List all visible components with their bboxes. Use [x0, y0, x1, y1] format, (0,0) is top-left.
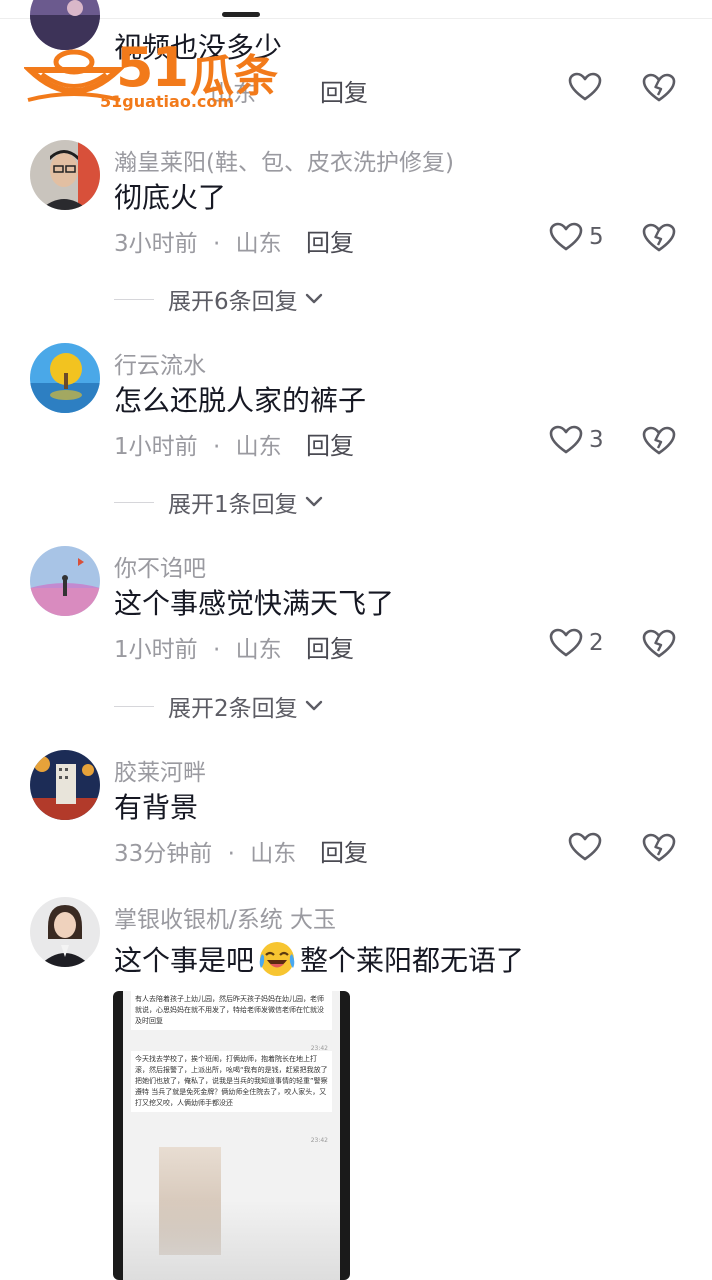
like-button[interactable]: 2 [549, 628, 604, 658]
like-count: 5 [589, 224, 604, 250]
expand-divider [114, 705, 154, 707]
comment-text: 彻底火了 [114, 181, 227, 214]
laughing-crying-emoji-icon [259, 942, 295, 976]
like-count: 3 [589, 427, 604, 453]
broken-heart-icon [642, 833, 676, 862]
comment-location: 山东 [235, 434, 282, 460]
chevron-down-icon [305, 293, 322, 304]
heart-icon [549, 425, 583, 454]
broken-heart-icon [642, 426, 676, 455]
meta-separator: · [227, 841, 235, 867]
reply-button[interactable]: 回复 [306, 629, 354, 664]
expand-replies-label: 展开1条回复 [168, 492, 298, 518]
avatar[interactable] [30, 897, 100, 967]
broken-heart-icon [642, 223, 676, 252]
comment-meta: 3小时前 · 山东 [114, 224, 282, 258]
chevron-down-icon [305, 496, 322, 507]
meta-separator: · [212, 434, 221, 460]
comment-location: 山东 [235, 637, 282, 663]
dislike-button[interactable] [642, 425, 676, 461]
comment-text: 有背景 [114, 791, 199, 824]
meta-separator: · [212, 637, 221, 663]
comment-meta: 1小时前 · 山东 [114, 427, 282, 461]
avatar[interactable] [30, 343, 100, 413]
comment-time: 1小时前 [114, 434, 198, 460]
comment-text: 这个事是吧 整个莱阳都无语了 [114, 939, 524, 979]
like-button[interactable] [568, 832, 602, 862]
expand-replies-label: 展开2条回复 [168, 696, 298, 722]
comment-username[interactable]: 胶莱河畔 [114, 753, 206, 787]
comment-location: 山东 [250, 841, 297, 867]
heart-icon [568, 832, 602, 861]
watermark-logo: 51 瓜条 51guatiao.com [24, 34, 284, 114]
like-button[interactable]: 5 [549, 222, 604, 252]
drag-handle[interactable] [222, 12, 260, 17]
avatar[interactable] [30, 546, 100, 616]
comment-text: 这个事感觉快满天飞了 [114, 587, 395, 620]
comment-username[interactable]: 你不诌吧 [114, 549, 206, 583]
comment-text-part: 整个莱阳都无语了 [300, 944, 525, 977]
chevron-down-icon [305, 700, 322, 711]
avatar[interactable] [30, 750, 100, 820]
chat-screenshot: 有人去陪着孩子上幼儿园，然后昨天孩子妈妈在幼儿园，老师就说，心思妈妈在就不用发了… [123, 991, 340, 1280]
chat-time: 23:42 [310, 1137, 328, 1144]
chat-bubble: 有人去陪着孩子上幼儿园，然后昨天孩子妈妈在幼儿园，老师就说，心思妈妈在就不用发了… [131, 991, 332, 1030]
heart-icon [568, 72, 602, 101]
expand-replies-button[interactable]: 展开6条回复 [114, 282, 324, 316]
dislike-button[interactable] [642, 72, 676, 108]
reply-button[interactable]: 回复 [306, 426, 354, 461]
comment-location: 山东 [235, 231, 282, 257]
expand-replies-label: 展开6条回复 [168, 289, 298, 315]
comment-username[interactable]: 掌银收银机/系统 大玉 [114, 900, 336, 934]
attached-image[interactable]: 有人去陪着孩子上幼儿园，然后昨天孩子妈妈在幼儿园，老师就说，心思妈妈在就不用发了… [113, 991, 350, 1280]
reply-button[interactable]: 回复 [306, 223, 354, 258]
dislike-button[interactable] [642, 628, 676, 664]
comment-username[interactable]: 行云流水 [114, 346, 206, 380]
heart-icon [549, 222, 583, 251]
expand-divider [114, 501, 154, 503]
reply-button[interactable]: 回复 [320, 73, 368, 108]
watermark-number: 51 [116, 36, 189, 99]
comment-time: 3小时前 [114, 231, 198, 257]
expand-replies-button[interactable]: 展开2条回复 [114, 689, 324, 723]
expand-divider [114, 298, 154, 300]
comment-time: 33分钟前 [114, 841, 213, 867]
divider [0, 18, 712, 19]
meta-separator: · [212, 231, 221, 257]
reply-button[interactable]: 回复 [320, 833, 368, 868]
comment-meta: 1小时前 · 山东 [114, 630, 282, 664]
broken-heart-icon [642, 629, 676, 658]
dislike-button[interactable] [642, 832, 676, 868]
expand-replies-button[interactable]: 展开1条回复 [114, 485, 324, 519]
comment-text: 怎么还脱人家的裤子 [114, 384, 367, 417]
like-button[interactable] [568, 72, 602, 102]
watermark-url: 51guatiao.com [100, 92, 235, 111]
like-button[interactable]: 3 [549, 425, 604, 455]
comment-text-part: 这个事是吧 [114, 944, 255, 977]
comment-meta: 33分钟前 · 山东 [114, 834, 296, 868]
broken-heart-icon [642, 73, 676, 102]
heart-icon [549, 628, 583, 657]
avatar[interactable] [30, 140, 100, 210]
dislike-button[interactable] [642, 222, 676, 258]
comment-time: 1小时前 [114, 637, 198, 663]
image-fade [123, 1200, 340, 1280]
like-count: 2 [589, 630, 604, 656]
chat-bubble: 今天找去学校了，挨个班闹，打俩幼师，抱着院长在地上打滚，然后报警了，上派出所，吆… [131, 1051, 332, 1112]
comment-username[interactable]: 瀚皇莱阳(鞋、包、皮衣洗护修复) [114, 143, 454, 177]
